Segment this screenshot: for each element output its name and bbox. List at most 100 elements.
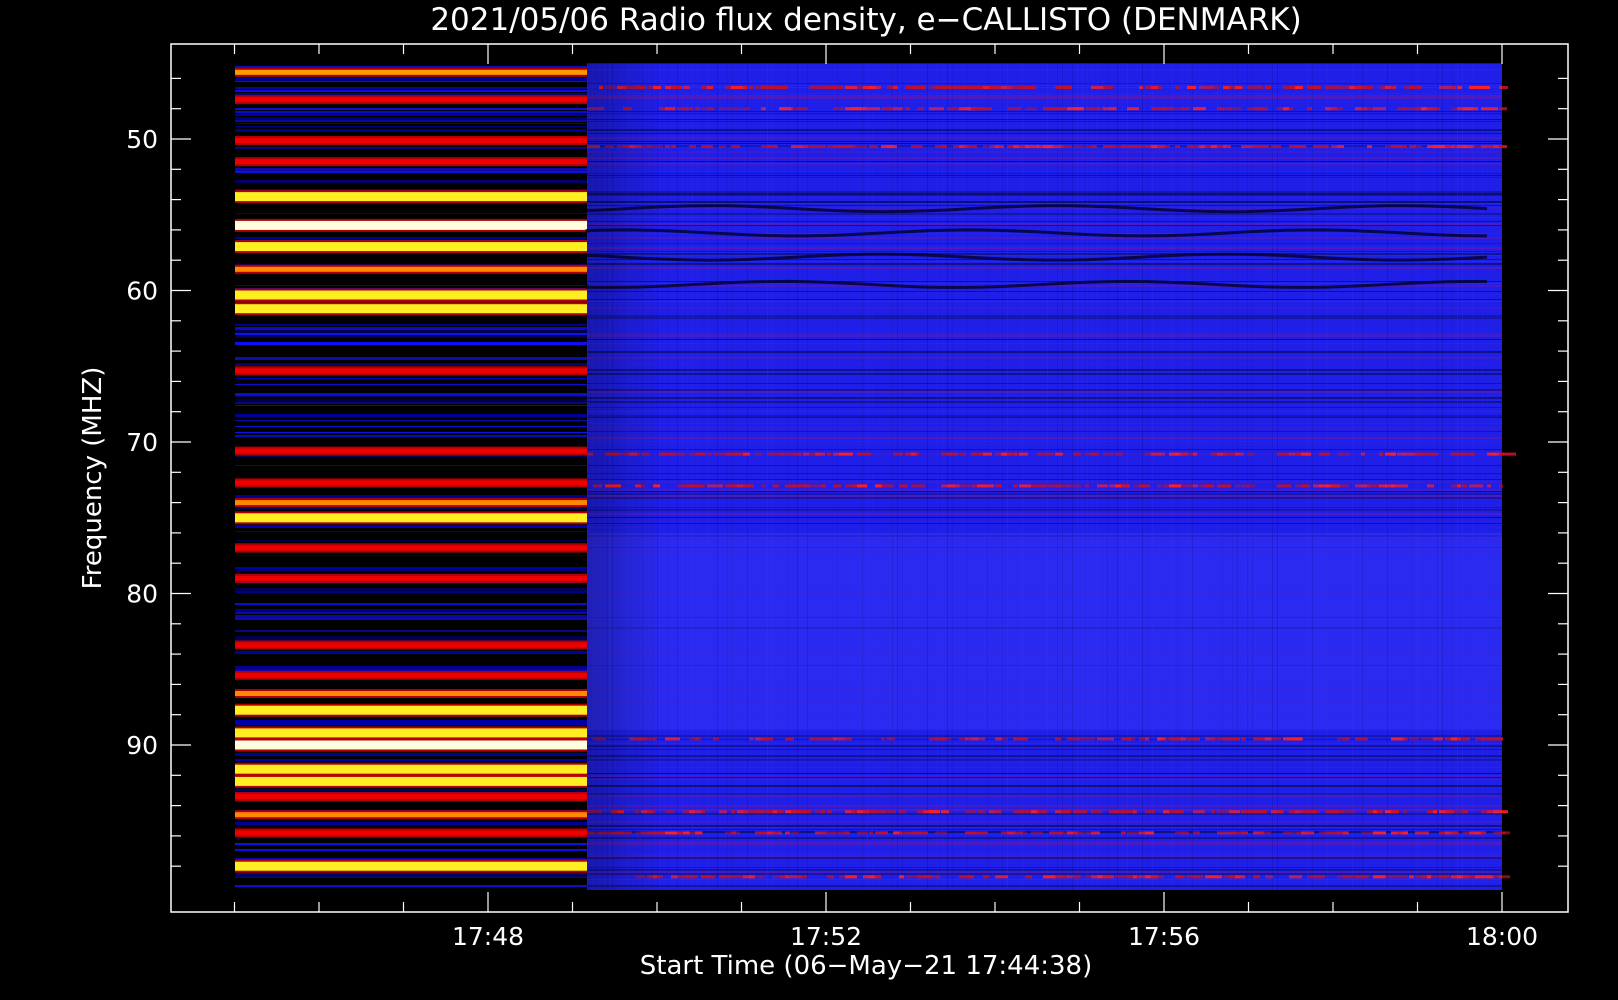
noise-row (235, 129, 587, 132)
noise-row (235, 93, 587, 95)
y-axis-label: Frequency (MHZ) (78, 367, 108, 590)
noise-row (235, 540, 587, 541)
noise-row (235, 588, 587, 591)
spectral-band (235, 740, 587, 750)
spectral-band (235, 545, 587, 551)
chart-title: 2021/05/06 Radio flux density, e−CALLIST… (430, 2, 1301, 38)
noise-row (235, 384, 587, 385)
noise-row (235, 603, 587, 605)
spectral-band (235, 138, 587, 143)
noise-row (235, 885, 587, 887)
noise-row (235, 723, 587, 725)
spectral-band (235, 242, 587, 252)
noise-row (235, 66, 587, 68)
spectral-band (235, 290, 587, 300)
noise-row (235, 378, 587, 379)
spectral-band (235, 861, 587, 871)
noise-row (235, 120, 587, 122)
spectral-band (235, 69, 587, 75)
noise-row (235, 609, 587, 611)
y-tick-label: 50 (126, 125, 158, 154)
spectral-band (235, 642, 587, 648)
noise-row (235, 324, 587, 326)
noise-row (235, 399, 587, 401)
x-tick-label: 17:48 (452, 922, 524, 951)
noise-row (235, 168, 587, 171)
noise-row (235, 213, 587, 214)
noise-row (235, 651, 587, 654)
spectrogram-figure: 2021/05/06 Radio flux density, e−CALLIST… (0, 0, 1618, 1000)
noise-row (235, 873, 587, 875)
noise-row (235, 426, 587, 427)
spectral-band (235, 776, 587, 786)
noise-row (235, 420, 587, 421)
noise-row (235, 336, 587, 338)
spectral-band (235, 97, 587, 103)
y-tick-label: 70 (126, 428, 158, 457)
noise-row (235, 591, 587, 593)
noise-row (235, 330, 587, 333)
noise-row (235, 507, 587, 510)
spectral-band (235, 368, 587, 374)
noise-row (235, 570, 587, 571)
noise-row (235, 636, 587, 639)
segment-1 (235, 63, 587, 890)
noise-row (235, 117, 587, 120)
noise-row (235, 414, 587, 417)
x-tick-label: 18:00 (1466, 922, 1538, 951)
noise-row (235, 123, 587, 124)
noise-row (235, 78, 587, 81)
noise-row (235, 393, 587, 396)
x-tick-label: 17:56 (1128, 922, 1200, 951)
spectral-band (235, 794, 587, 799)
noise-row (235, 531, 587, 532)
noise-row (235, 720, 587, 723)
noise-row (235, 171, 587, 173)
noise-row (235, 81, 587, 82)
spectrogram-heatmap (235, 63, 1516, 890)
noise-row (235, 849, 587, 851)
spectral-band (235, 513, 587, 523)
y-tick-label: 60 (126, 277, 158, 306)
spectral-band (235, 448, 587, 454)
noise-row (235, 843, 587, 845)
noise-row (235, 555, 587, 556)
spectral-band (235, 480, 587, 486)
noise-row (235, 759, 587, 761)
noise-row (235, 612, 587, 614)
spectral-band (235, 575, 587, 581)
noise-row (235, 327, 587, 330)
noise-row (235, 111, 587, 113)
spectral-band (235, 728, 587, 738)
noise-row (235, 801, 587, 802)
spectral-band (235, 672, 587, 678)
noise-row (235, 108, 587, 110)
noise-row (235, 618, 587, 620)
noise-row (235, 753, 587, 756)
noise-row (235, 285, 587, 286)
y-tick-label: 80 (126, 580, 158, 609)
noise-row (235, 126, 587, 127)
y-tick-label: 90 (126, 731, 158, 760)
segment-2-shading (587, 63, 1502, 890)
noise-row (235, 615, 587, 618)
spectral-band (235, 764, 587, 774)
noise-row (235, 465, 587, 466)
noise-row (235, 876, 587, 878)
noise-row (235, 237, 587, 239)
noise-row (235, 396, 587, 397)
noise-row (235, 114, 587, 116)
noise-row (235, 402, 587, 404)
noise-row (235, 666, 587, 669)
noise-row (235, 87, 587, 89)
noise-row (235, 456, 587, 457)
noise-row (235, 147, 587, 149)
noise-row (235, 567, 587, 569)
spectral-band (235, 830, 587, 836)
spectral-band (235, 266, 587, 272)
noise-row (235, 495, 587, 498)
spectral-band (235, 705, 587, 715)
spectral-band (235, 304, 587, 314)
spectral-band (235, 159, 587, 165)
noise-row (235, 630, 587, 632)
